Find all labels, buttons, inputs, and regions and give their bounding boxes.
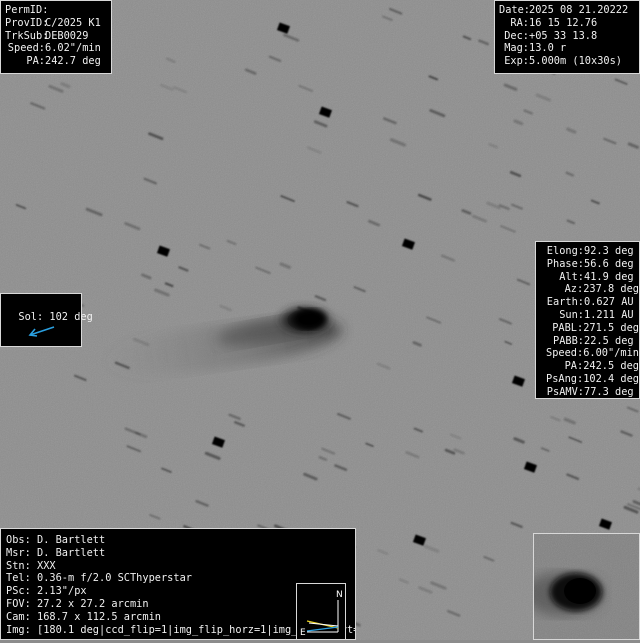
- ident-row: PA: 242.7 deg: [5, 55, 111, 68]
- geometry-value: 77.3 deg: [584, 385, 634, 398]
- position-panel: Date: 2025 08 21.20222 RA: 16 15 12.76 Dec…: [494, 0, 640, 74]
- observer-line: Msr: D. Bartlett: [6, 546, 106, 559]
- position-value: 16 15 12.76: [529, 16, 598, 29]
- position-row: Dec: +05 33 13.8: [499, 30, 639, 43]
- geometry-value: 102.4 deg: [583, 372, 639, 385]
- position-label: RA:: [510, 16, 529, 29]
- geometry-row: Earth: 0.627 AU: [540, 296, 639, 309]
- sun-direction-panel: Sol: 102 deg: [0, 293, 93, 347]
- ident-label: PA:: [26, 55, 45, 68]
- geometry-row: PABB: 22.5 deg: [540, 335, 639, 348]
- ident-row: PermID:: [5, 4, 111, 17]
- sun-arrow-icon: [28, 326, 55, 337]
- geometry-row: Phase: 56.6 deg: [540, 258, 639, 271]
- comet-closeup-thumbnail: [533, 533, 640, 640]
- north-label: N: [336, 590, 343, 600]
- observer-line: Stn: XXX: [6, 559, 56, 572]
- geometry-row: PABL: 271.5 deg: [540, 322, 639, 335]
- position-label: Date:: [499, 4, 530, 16]
- ident-value: C/2025 K1: [45, 16, 101, 29]
- geometry-label: PsAng:: [546, 372, 584, 385]
- position-label: Dec:: [504, 29, 529, 42]
- geometry-value: 92.3 deg: [584, 245, 634, 257]
- geometry-value: 242.5 deg: [583, 360, 639, 373]
- geometry-label: PA:: [564, 360, 584, 373]
- geometry-label: Earth:: [546, 296, 584, 309]
- ident-value: DEB0029: [45, 29, 89, 42]
- position-row: Exp: 5.000m (10x30s): [499, 55, 639, 68]
- ident-value: 242.7 deg: [45, 55, 101, 68]
- ident-label: PermID:: [5, 4, 49, 16]
- geometry-label: Speed:: [546, 347, 584, 360]
- position-label: Mag:: [504, 42, 529, 55]
- geometry-value: 0.627 AU: [584, 296, 634, 309]
- geometry-row: Speed: 6.00"/min: [540, 347, 639, 360]
- geometry-value: 1.211 AU: [584, 308, 634, 321]
- geometry-label: PABB:: [553, 334, 584, 347]
- geometry-value: 56.6 deg: [584, 257, 634, 270]
- ident-row: ProvID: C/2025 K1: [5, 17, 111, 30]
- geometry-panel: Elong: 92.3 deg Phase: 56.6 deg Alt: 41.9 …: [535, 241, 640, 399]
- geometry-row: PA: 242.5 deg: [540, 360, 639, 373]
- position-row: Mag: 13.0 r: [499, 42, 639, 55]
- geometry-label: PsAMV:: [546, 385, 584, 398]
- east-label: E: [300, 628, 306, 638]
- sun-vector: [306, 626, 339, 632]
- position-value: 13.0 r: [529, 42, 567, 55]
- geometry-row: Az: 237.8 deg: [540, 283, 639, 296]
- geometry-row: PsAMV: 77.3 deg: [540, 386, 639, 399]
- ident-row: TrkSub: DEB0029: [5, 30, 111, 43]
- geometry-value: 237.8 deg: [583, 283, 639, 296]
- geometry-label: Az:: [564, 283, 584, 296]
- position-label: Exp:: [504, 55, 529, 68]
- geometry-label: Alt:: [559, 270, 584, 283]
- compass-rose: N E: [296, 583, 346, 640]
- geometry-label: Sun:: [559, 308, 584, 321]
- ident-value: 6.02"/min: [45, 42, 101, 55]
- position-value: +05 33 13.8: [529, 29, 598, 42]
- ident-label: ProvID:: [5, 16, 49, 29]
- position-value: 5.000m (10x30s): [529, 55, 622, 68]
- ident-row: Speed: 6.02"/min: [5, 42, 111, 55]
- geometry-value: 6.00"/min: [583, 347, 639, 360]
- motion-vector-2: [308, 622, 339, 627]
- geometry-row: PsAng: 102.4 deg: [540, 373, 639, 386]
- identification-panel: PermID: ProvID: C/2025 K1 TrkSub: DEB0029…: [0, 0, 112, 74]
- geometry-label: Elong:: [546, 245, 584, 257]
- geometry-row: Alt: 41.9 deg: [540, 271, 639, 284]
- geometry-row: Elong: 92.3 deg: [540, 245, 639, 258]
- sun-angle-label: Sol: 102 deg: [18, 310, 93, 323]
- geometry-value: 41.9 deg: [584, 270, 634, 283]
- geometry-value: 22.5 deg: [584, 334, 634, 347]
- position-value: 2025 08 21.20222: [529, 4, 629, 16]
- geometry-label: Phase:: [546, 257, 584, 270]
- geometry-label: PABL:: [552, 321, 584, 334]
- geometry-value: 271.5 deg: [583, 321, 639, 334]
- ident-label: Speed:: [7, 42, 45, 55]
- ident-label: TrkSub:: [5, 29, 49, 42]
- position-row: Date: 2025 08 21.20222: [499, 4, 639, 17]
- geometry-row: Sun: 1.211 AU: [540, 309, 639, 322]
- observer-line: Obs: D. Bartlett: [6, 534, 106, 546]
- position-row: RA: 16 15 12.76: [499, 17, 639, 30]
